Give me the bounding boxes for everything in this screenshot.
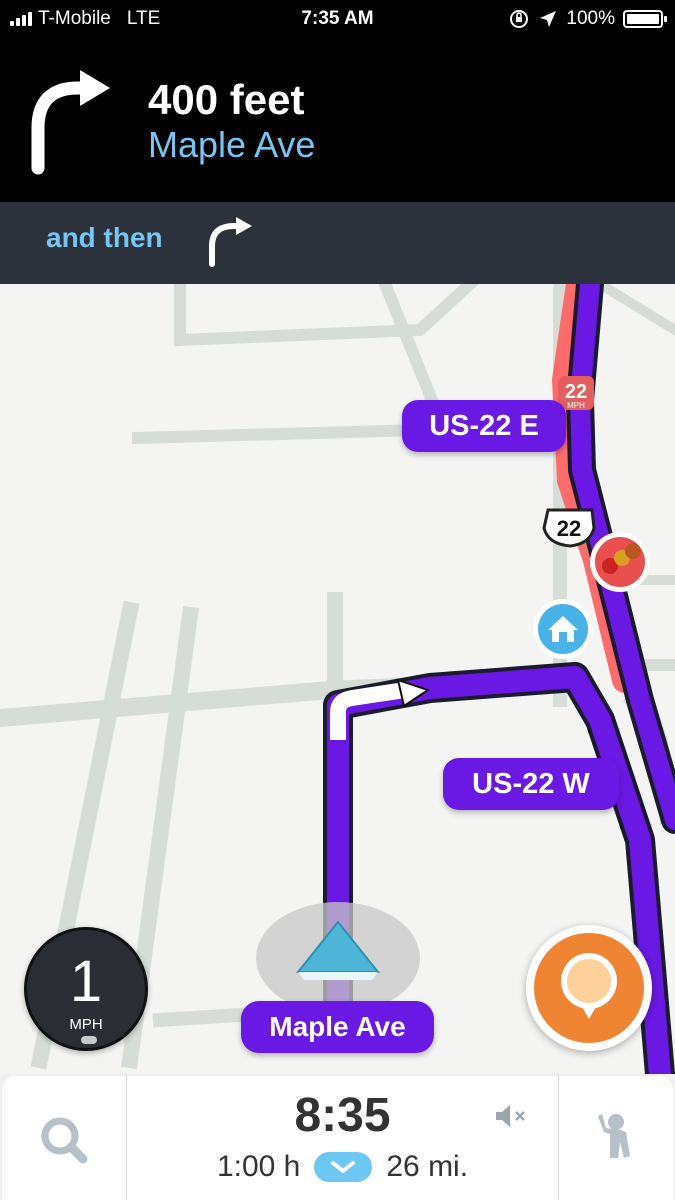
trip-summary[interactable]: 1:00 h 26 mi. [127, 1150, 558, 1184]
speed-value: 1 [69, 949, 103, 1014]
speed-limit-value: 22 [565, 381, 587, 403]
report-pin-icon [534, 933, 644, 1043]
next-turn-right-arrow-icon [209, 217, 252, 267]
trip-duration: 1:00 h [216, 1150, 301, 1183]
search-icon[interactable] [38, 1114, 90, 1166]
location-arrow-icon [540, 11, 557, 27]
position-arrow-icon [256, 902, 420, 1014]
speedometer: 1 MPH [24, 927, 148, 1051]
speed-unit: MPH [69, 1016, 103, 1033]
report-button[interactable] [526, 925, 652, 1051]
route-label-us22w[interactable]: US-22 W [443, 758, 619, 810]
route-label-us22e[interactable]: US-22 E [402, 400, 566, 452]
chevron-down-icon[interactable] [314, 1152, 373, 1182]
trip-distance: 26 mi. [386, 1150, 469, 1183]
bottom-divider-right [558, 1074, 559, 1200]
traffic-jam-icon [590, 532, 650, 592]
current-street-label: Maple Ave [241, 1001, 434, 1053]
speed-limit-unit: MPH [567, 401, 585, 410]
highway-shield-number: 22 [557, 516, 581, 541]
status-bar: T-Mobile LTE 7:35 AM 100% [0, 0, 675, 38]
highway-shield-icon: 22 [542, 508, 596, 548]
speedometer-dot-icon [81, 1036, 97, 1044]
turn-right-arrow-icon [31, 70, 110, 175]
bottom-bar: 8:35 1:00 h 26 mi. [0, 1074, 675, 1200]
waze-character-icon[interactable] [592, 1108, 636, 1166]
next-turn-panel: and then [0, 202, 675, 284]
and-then-label: and then [46, 222, 163, 253]
status-right: 100% [508, 8, 667, 30]
turn-distance: 400 feet [148, 76, 305, 123]
speed-limit-sign: 22 MPH [558, 376, 594, 410]
battery-icon [623, 10, 667, 28]
turn-street-name: Maple Ave [148, 124, 316, 165]
home-icon [533, 599, 593, 659]
turn-instruction-panel[interactable]: 400 feet Maple Ave [0, 38, 675, 202]
mute-sound-icon[interactable] [492, 1102, 532, 1130]
battery-percent: 100% [566, 8, 615, 29]
orientation-lock-icon [510, 10, 529, 28]
